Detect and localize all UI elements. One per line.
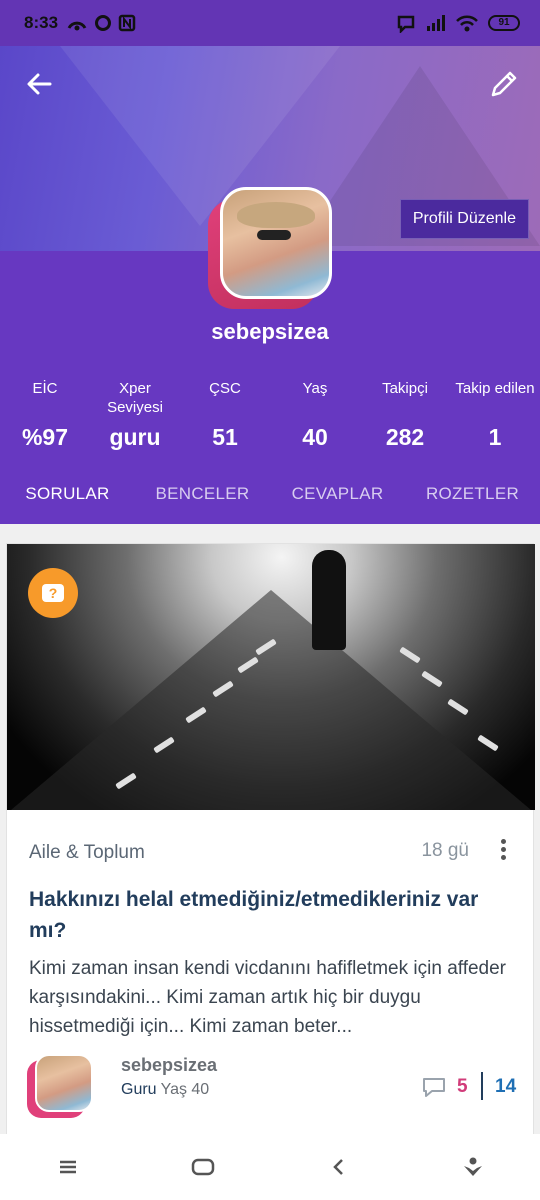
question-type-badge: ?	[28, 568, 78, 618]
question-card[interactable]: ? Aile & Toplum 18 gü Hakkınızı helal et…	[6, 543, 535, 1137]
chat-status-icon	[397, 15, 415, 33]
question-category[interactable]: Aile & Toplum	[29, 842, 145, 864]
assistant-button[interactable]	[448, 1147, 498, 1187]
assistant-icon	[463, 1157, 482, 1176]
question-excerpt: Kimi zaman insan kendi vicdanını hafifle…	[29, 958, 507, 1037]
stat-value: %97	[21, 424, 69, 450]
tab-questions[interactable]: SORULAR	[0, 476, 135, 524]
stat-label: Takip edilen	[455, 380, 535, 397]
stat-label: EİC	[32, 380, 58, 397]
home-button[interactable]	[178, 1147, 228, 1187]
tab-badges[interactable]: ROZETLER	[405, 476, 540, 524]
like-count[interactable]: 14	[495, 1076, 516, 1098]
author-level: Guru	[121, 1081, 157, 1098]
question-title[interactable]: Hakkınızı helal etmediğiniz/etmediklerin…	[29, 884, 509, 946]
menu-icon	[59, 1160, 76, 1174]
profile-tabs: SORULAR BENCELER CEVAPLAR ROZETLER	[0, 476, 540, 524]
stat-age: Yaş 40	[270, 376, 360, 456]
system-nav-bar	[0, 1134, 540, 1200]
nfc-icon	[118, 14, 136, 32]
profile-header: Profili Düzenle sebepsizea EİC %97 Xper …	[0, 46, 540, 524]
tab-answers[interactable]: CEVAPLAR	[270, 476, 405, 524]
stat-following[interactable]: Takip edilen 1	[450, 376, 540, 456]
back-nav-button[interactable]	[313, 1147, 363, 1187]
sync-icon	[95, 15, 112, 31]
chevron-left-icon	[332, 1159, 343, 1175]
stat-label: Yaş	[302, 380, 328, 397]
question-time: 18 gü	[421, 840, 469, 861]
edit-cover-button[interactable]	[486, 66, 522, 102]
pencil-icon	[491, 71, 517, 97]
signal-icon	[427, 15, 445, 31]
author-avatar[interactable]	[27, 1054, 93, 1120]
stat-followers[interactable]: Takipçi 282	[360, 376, 450, 456]
author-age: Yaş 40	[160, 1081, 210, 1098]
stat-value: 51	[212, 424, 238, 450]
question-image[interactable]: ?	[7, 544, 535, 810]
stat-eic: EİC %97	[0, 376, 90, 456]
home-icon	[191, 1158, 214, 1176]
more-options-button[interactable]	[493, 836, 513, 866]
comment-count-value: 5	[457, 1076, 468, 1097]
profile-stats: EİC %97 Xper Seviyesi guru ÇSC 51 Yaş 40…	[0, 376, 540, 456]
question-mark-icon: ?	[42, 584, 64, 602]
stat-csc: ÇSC 51	[180, 376, 270, 456]
stat-value: 40	[302, 424, 328, 450]
stat-value: 282	[385, 424, 425, 450]
hotspot-icon	[67, 21, 87, 31]
stat-value: 1	[488, 424, 502, 450]
back-button[interactable]	[22, 66, 58, 102]
status-bar: 8:33 91	[0, 0, 540, 46]
comment-count[interactable]: 5	[421, 1076, 468, 1098]
edit-profile-button[interactable]: Profili Düzenle	[399, 199, 529, 239]
stats-divider	[481, 1072, 483, 1100]
stat-xper-level: Xper Seviyesi guru	[90, 376, 180, 456]
stat-label: Takipçi	[382, 380, 428, 397]
tab-benceler[interactable]: BENCELER	[135, 476, 270, 524]
battery-icon: 91	[488, 15, 520, 31]
back-arrow-icon	[27, 73, 52, 95]
author-meta: Guru Yaş 40	[121, 1081, 209, 1099]
comment-icon	[423, 1078, 445, 1097]
status-time: 8:33	[24, 13, 59, 32]
author-name[interactable]: sebepsizea	[121, 1055, 217, 1076]
profile-username: sebepsizea	[211, 319, 329, 344]
wifi-icon	[456, 15, 478, 32]
stat-label: Xper Seviyesi	[107, 380, 163, 416]
stat-label: ÇSC	[209, 380, 241, 397]
recents-button[interactable]	[43, 1147, 93, 1187]
profile-avatar	[208, 187, 332, 311]
stat-value: guru	[109, 424, 161, 450]
